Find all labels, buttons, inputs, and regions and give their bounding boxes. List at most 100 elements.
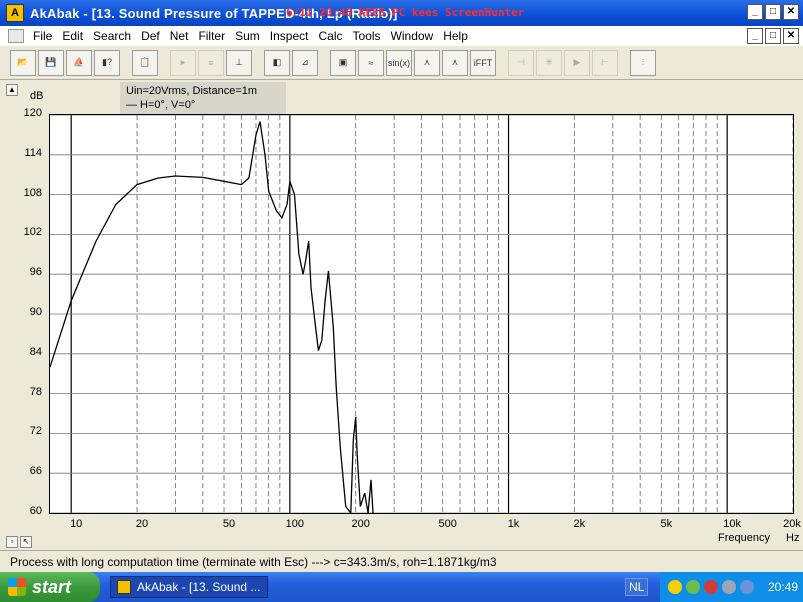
x-tick-label: 500 (438, 518, 457, 530)
updates-icon[interactable] (740, 580, 754, 594)
star-icon: ✳ (545, 57, 553, 67)
x-tick-label: 50 (222, 518, 236, 530)
menu-edit[interactable]: Edit (57, 29, 88, 43)
menu-help[interactable]: Help (438, 29, 473, 43)
y-tick-label: 66 (29, 465, 42, 478)
curve-edit-button[interactable]: ⋏ (442, 49, 468, 76)
menu-bar: File Edit Search Def Net Filter Sum Insp… (0, 26, 803, 46)
windows-logo-icon (8, 578, 26, 596)
mdi-chart-icon[interactable] (8, 29, 24, 43)
range-icon: ⊥ (235, 57, 243, 67)
sine-button[interactable]: sin(x) (386, 49, 412, 76)
graph-button[interactable]: ⫶ (630, 49, 656, 76)
menu-net[interactable]: Net (165, 29, 194, 43)
y-tick-label: 108 (23, 186, 42, 199)
graph-icon: ⫶ (641, 57, 645, 67)
y-tick-label: 120 (23, 107, 42, 119)
pointer-icon: ▸ (180, 57, 186, 67)
window-titlebar[interactable]: A AkAbak - [13. Sound Pressure of TAPPED… (0, 0, 803, 26)
driver-icon: ▣ (338, 57, 348, 67)
task-label: AkAbak - [13. Sound ... (137, 580, 261, 594)
menu-filter[interactable]: Filter (193, 29, 230, 43)
mdi-restore-button[interactable]: □ (765, 28, 781, 44)
start-button[interactable]: start (0, 572, 100, 602)
x-axis-unit: Hz (786, 532, 800, 544)
taskbar-akabak-button[interactable]: AkAbak - [13. Sound ... (110, 576, 268, 598)
legend-conditions: Uin=20Vrms, Distance=1m (126, 85, 258, 97)
mdi-close-button[interactable]: ✕ (783, 28, 799, 44)
pointer-tool-icon[interactable]: ↖ (20, 536, 32, 548)
clock: 20:49 (768, 580, 799, 594)
akabak-task-icon (117, 580, 131, 594)
list-button[interactable]: ≡ (198, 49, 224, 76)
x-tick-label: 5k (660, 518, 673, 530)
menu-def[interactable]: Def (136, 29, 165, 43)
security-shield-icon[interactable] (668, 580, 682, 594)
y-tick-label: 96 (29, 266, 42, 279)
network-button[interactable]: ⛵ (66, 49, 92, 76)
system-tray: 20:49 (660, 572, 803, 602)
scroll-up-icon[interactable]: ▲ (6, 84, 18, 96)
clipboard-button[interactable]: 📋 (132, 49, 158, 76)
x-tick-label: 100 (285, 518, 305, 530)
x-tick-label: 2k (573, 518, 586, 530)
open-icon: 📂 (17, 57, 29, 67)
menu-sum[interactable]: Sum (230, 29, 265, 43)
axes-icon: ⊿ (301, 57, 309, 67)
ifft-icon: iFFT (473, 57, 493, 68)
screenhunter-watermark: 6/11 20:48 KEES-PC kees ScreenHunter (286, 6, 525, 19)
open-button[interactable]: 📂 (10, 49, 36, 76)
step-back-icon: ⊣ (517, 57, 525, 67)
pointer-button[interactable]: ▸ (170, 49, 196, 76)
menu-inspect[interactable]: Inspect (265, 29, 314, 43)
start-label: start (32, 576, 72, 597)
script-button[interactable]: ▮? (94, 49, 120, 76)
y-tick-label: 72 (29, 425, 42, 438)
play-button[interactable]: ▶ (564, 49, 590, 76)
toolbar: 📂 💾 ⛵ ▮? 📋 ▸ ≡ ⊥ ◧ ⊿ ▣ ≈ sin(x) ⋏ ⋏ iFFT ⊣ ✳ ▶ ⊢ ⫶ (0, 46, 803, 80)
list-icon: ≡ (208, 57, 214, 68)
range-button[interactable]: ⊥ (226, 49, 252, 76)
x-tick-label: 20 (135, 518, 149, 530)
plot-area[interactable] (49, 114, 794, 515)
close-button[interactable]: ✕ (783, 4, 799, 20)
curve-button[interactable]: ⋏ (414, 49, 440, 76)
menu-calc[interactable]: Calc (314, 29, 348, 43)
speaker-button[interactable]: ◧ (264, 49, 290, 76)
ifft-button[interactable]: iFFT (470, 49, 496, 76)
save-button[interactable]: 💾 (38, 49, 64, 76)
language-indicator[interactable]: NL (625, 578, 649, 596)
curve-edit-icon: ⋏ (451, 57, 459, 67)
filter-button[interactable]: ≈ (358, 49, 384, 76)
akabak-app-icon[interactable]: A (6, 4, 24, 22)
play-icon: ▶ (573, 57, 581, 67)
y-tick-label: 78 (29, 385, 42, 398)
x-axis-label: Frequency (718, 532, 770, 544)
y-tick-label: 102 (23, 226, 42, 239)
panel-toggle-icon[interactable]: ▫ (6, 536, 18, 548)
step-fwd-icon: ⊢ (601, 57, 609, 67)
x-tick-label: 200 (351, 518, 370, 530)
step-back-button[interactable]: ⊣ (508, 49, 534, 76)
y-tick-label: 114 (24, 146, 42, 159)
y-axis-label: dB (30, 90, 44, 102)
network-icon[interactable] (686, 580, 700, 594)
menu-search[interactable]: Search (88, 29, 136, 43)
maximize-button[interactable]: □ (765, 4, 781, 20)
volume-icon[interactable] (722, 580, 736, 594)
axes-button[interactable]: ⊿ (292, 49, 318, 76)
driver-button[interactable]: ▣ (330, 49, 356, 76)
spl-curve (49, 121, 374, 515)
mdi-minimize-button[interactable]: _ (747, 28, 763, 44)
filter-icon: ≈ (368, 57, 374, 68)
menu-tools[interactable]: Tools (348, 29, 386, 43)
menu-window[interactable]: Window (386, 29, 439, 43)
antivirus-icon[interactable] (704, 580, 718, 594)
x-tick-label: 10k (723, 518, 742, 530)
plot-window: ▲ ▫ ↖ dB Uin=20Vrms, Distance=1m — H=0°,… (0, 80, 803, 550)
minimize-button[interactable]: _ (747, 4, 763, 20)
step-fwd-button[interactable]: ⊢ (592, 49, 618, 76)
star-button[interactable]: ✳ (536, 49, 562, 76)
save-icon: 💾 (45, 57, 57, 67)
menu-file[interactable]: File (28, 29, 57, 43)
